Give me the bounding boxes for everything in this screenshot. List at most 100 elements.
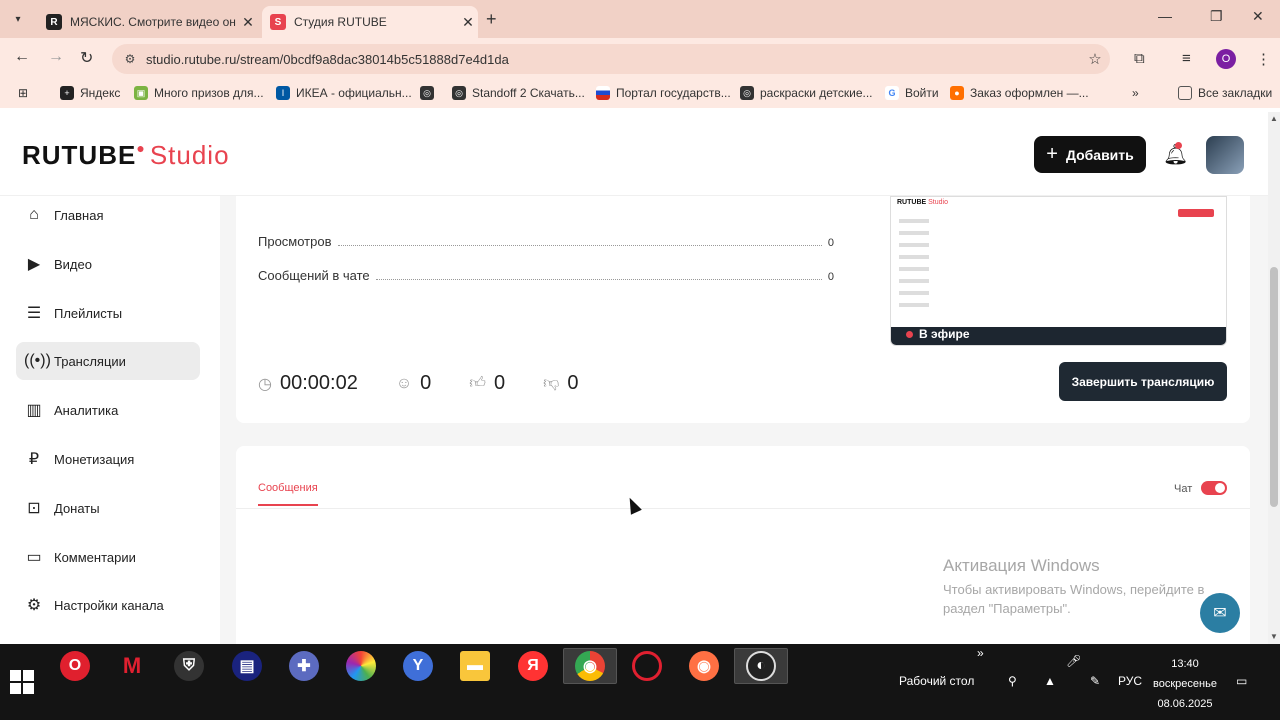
eye-app-icon[interactable]: ◉: [677, 648, 731, 684]
address-bar[interactable]: ⚙ studio.rutube.ru/stream/0bcdf9a8dac380…: [112, 44, 1110, 74]
sidebar-item-monetization[interactable]: ₽ Монетизация: [16, 440, 200, 478]
profile-avatar[interactable]: O: [1216, 49, 1236, 69]
chrome-icon[interactable]: ◉: [563, 648, 617, 684]
bookmark-prizes[interactable]: ▣ Много призов для...: [134, 86, 264, 100]
prize-icon: ▣: [134, 86, 148, 100]
sidebar-item-comments[interactable]: ▭ Комментарии: [16, 538, 200, 576]
page-scrollbar[interactable]: ▲ ▼: [1268, 112, 1280, 644]
donate-icon: ⊡: [27, 500, 41, 517]
bookmark-standoff[interactable]: ◎ Standoff 2 Скачать...: [452, 86, 585, 100]
opera-icon[interactable]: O: [620, 648, 674, 684]
on-air-badge: В эфире: [906, 327, 970, 341]
add-button[interactable]: + Добавить: [1034, 136, 1146, 173]
gamepad-icon[interactable]: ✚: [277, 648, 331, 684]
globe-icon: ◎: [452, 86, 466, 100]
bookmark-globe[interactable]: ◎: [420, 86, 440, 100]
viewers-metric: ☺ 0: [395, 372, 432, 394]
studio-favicon-icon: S: [270, 14, 286, 30]
leader-dots: [337, 245, 822, 246]
more-bookmarks-icon[interactable]: »: [1132, 86, 1139, 100]
folder-icon: [1178, 86, 1192, 100]
forward-icon[interactable]: →: [48, 48, 64, 66]
sidebar: ⌂ Главная ▶ Видео ☰ Плейлисты ((•)) Трансляц…: [0, 196, 220, 644]
apps-icon[interactable]: ⊞: [18, 86, 28, 100]
end-broadcast-button[interactable]: Завершить трансляцию: [1059, 362, 1227, 401]
support-chat-icon[interactable]: ✉: [1200, 593, 1240, 633]
minimize-icon[interactable]: —: [1158, 8, 1172, 24]
bookmark-star-icon[interactable]: ☆: [1080, 50, 1110, 68]
video-icon: ▶: [27, 256, 41, 273]
reload-icon[interactable]: ↻: [80, 48, 93, 68]
user-avatar[interactable]: [1206, 136, 1244, 174]
notification-center-icon[interactable]: ▭: [1236, 674, 1247, 688]
divider: [236, 508, 1250, 509]
close-tab-icon[interactable]: ✕: [458, 14, 478, 31]
show-hidden-icons[interactable]: ▲: [1044, 674, 1056, 688]
bookmark-ikea[interactable]: I ИКЕА - официальн...: [276, 86, 412, 100]
home-icon: ⌂: [29, 206, 39, 223]
game-shield-icon[interactable]: ⛨: [162, 648, 216, 684]
sidebar-item-analytics[interactable]: ▥ Аналитика: [16, 391, 200, 429]
system-clock[interactable]: 13:40 воскресенье 08.06.2025: [1150, 654, 1220, 714]
new-tab-icon[interactable]: +: [486, 9, 497, 30]
language-indicator[interactable]: РУС: [1118, 674, 1142, 688]
media-icon[interactable]: ≡: [1182, 50, 1191, 67]
close-tab-icon[interactable]: ✕: [238, 14, 258, 31]
file-explorer-icon[interactable]: ▬: [448, 648, 502, 684]
desktop-label[interactable]: Рабочий стол: [899, 674, 974, 688]
sidebar-item-broadcasts[interactable]: ((•)) Трансляции: [16, 342, 200, 380]
sidebar-item-home[interactable]: ⌂ Главная: [16, 196, 200, 234]
preview-screen: RUTUBE Studio: [891, 197, 1226, 327]
yandex-icon[interactable]: Я: [506, 648, 560, 684]
scrollbar-thumb[interactable]: [1270, 267, 1278, 507]
color-wheel-icon[interactable]: [334, 648, 388, 684]
site-info-icon[interactable]: ⚙: [122, 51, 138, 67]
clock-day: воскресенье: [1153, 678, 1217, 690]
live-dot-icon: [906, 331, 913, 338]
bookmark-login[interactable]: G Войти: [885, 86, 939, 100]
window-close-icon[interactable]: ✕: [1252, 8, 1264, 25]
tab-rutube-studio[interactable]: S Студия RUTUBE ✕: [262, 6, 478, 38]
order-icon: ●: [950, 86, 964, 100]
obs-icon[interactable]: ◐: [734, 648, 788, 684]
stream-preview[interactable]: RUTUBE Studio: [890, 196, 1227, 346]
url-text[interactable]: studio.rutube.ru/stream/0bcdf9a8dac38014…: [146, 52, 1080, 67]
chat-messages-value: 0: [827, 271, 834, 283]
chat-toggle[interactable]: [1201, 481, 1227, 495]
sidebar-item-playlists[interactable]: ☰ Плейлисты: [16, 294, 200, 332]
restore-icon[interactable]: ❐: [1210, 8, 1223, 25]
windows-activation-watermark: Активация Windows Чтобы активировать Win…: [943, 556, 1205, 616]
tab-myaskis[interactable]: R МЯСКИС. Смотрите видео он ✕: [38, 6, 258, 38]
app-m-icon[interactable]: M: [105, 648, 159, 684]
plus-icon: +: [60, 86, 74, 100]
bookmark-order[interactable]: ● Заказ оформлен —...: [950, 86, 1089, 100]
tab-search-icon[interactable]: ▾: [8, 9, 28, 29]
app-blue-icon[interactable]: ▤: [220, 648, 274, 684]
microphone-icon[interactable]: 🎤︎: [1066, 654, 1081, 668]
sidebar-item-channel-settings[interactable]: ⚙ Настройки канала: [16, 586, 200, 624]
scroll-down-icon[interactable]: ▼: [1270, 632, 1278, 641]
pen-icon[interactable]: ✎: [1090, 674, 1100, 688]
tab-messages[interactable]: Сообщения: [258, 482, 318, 506]
opera-gx-icon[interactable]: O: [48, 648, 102, 684]
extensions-icon[interactable]: ⧉: [1134, 50, 1145, 67]
rutube-studio-logo[interactable]: RUTUBE● Studio: [22, 140, 230, 171]
russia-flag-icon: [596, 86, 610, 100]
tray-overflow-icon[interactable]: »: [977, 646, 984, 660]
sidebar-item-video[interactable]: ▶ Видео: [16, 245, 200, 283]
tab-title: МЯСКИС. Смотрите видео он: [70, 15, 236, 29]
back-icon[interactable]: ←: [14, 48, 30, 66]
ikea-icon: I: [276, 86, 290, 100]
scroll-up-icon[interactable]: ▲: [1270, 114, 1278, 123]
sidebar-item-donations[interactable]: ⊡ Донаты: [16, 489, 200, 527]
people-icon[interactable]: ⚲: [1008, 674, 1017, 688]
windows-start-icon[interactable]: [10, 670, 34, 694]
bookmark-yandex[interactable]: + Яндекс: [60, 86, 120, 100]
bookmark-gosuslugi[interactable]: Портал государств...: [596, 86, 731, 100]
yandex-browser-icon[interactable]: Y: [391, 648, 445, 684]
all-bookmarks[interactable]: Все закладки: [1178, 86, 1272, 100]
notifications-bell-icon[interactable]: 🔔︎: [1163, 142, 1188, 167]
menu-icon[interactable]: ⋮: [1256, 50, 1271, 68]
bookmark-coloring[interactable]: ◎ раскраски детские...: [740, 86, 873, 100]
browser-tab-bar: ▾ R МЯСКИС. Смотрите видео он ✕ S Студия…: [0, 0, 1280, 38]
